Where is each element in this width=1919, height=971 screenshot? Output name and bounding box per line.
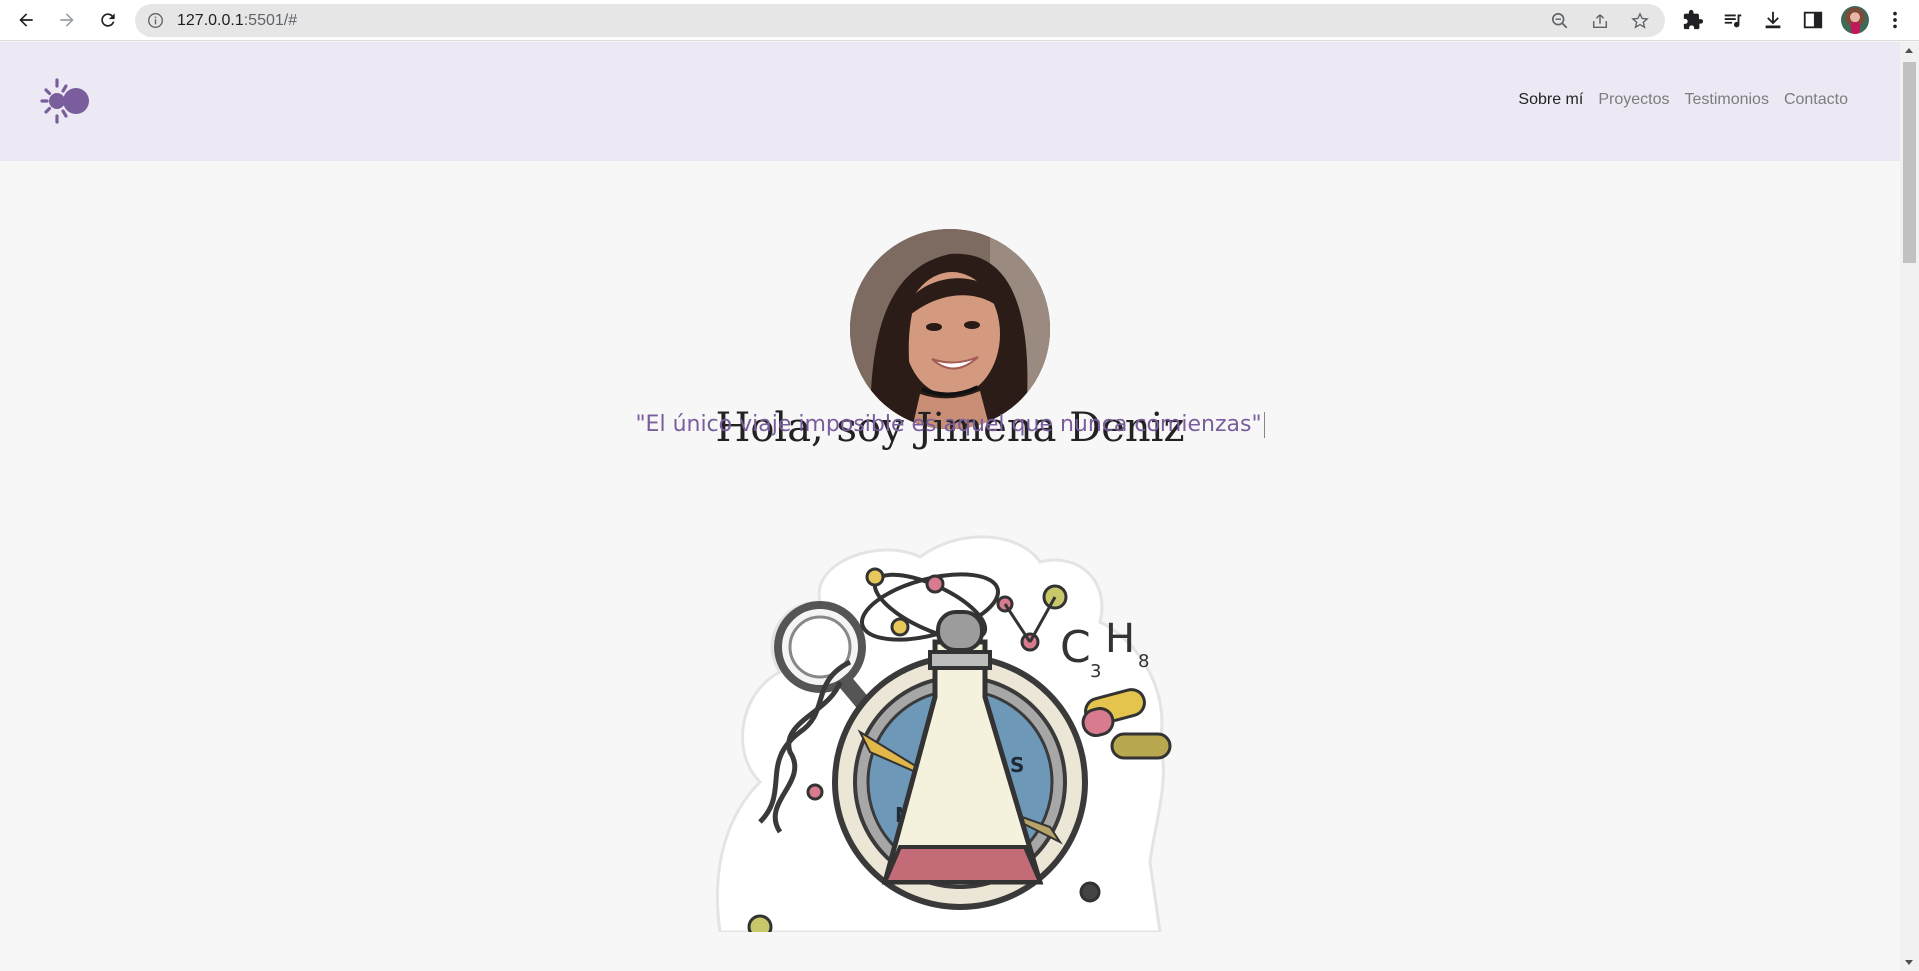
- formula-sub-8: 8: [1138, 651, 1149, 672]
- hero-quote: "El único viaje imposible es aquel que n…: [0, 412, 1900, 438]
- star-icon[interactable]: [1631, 12, 1649, 30]
- portrait-image: [850, 229, 1050, 429]
- side-panel-icon: [1803, 11, 1823, 29]
- nav-link-proyectos[interactable]: Proyectos: [1598, 91, 1669, 109]
- nav-link-testimonios[interactable]: Testimonios: [1684, 91, 1768, 109]
- forward-button[interactable]: [53, 6, 81, 34]
- downloads-button[interactable]: [1761, 8, 1785, 32]
- scroll-up-arrow-icon[interactable]: [1905, 48, 1913, 53]
- vertical-scrollbar[interactable]: [1900, 42, 1919, 971]
- back-button[interactable]: [12, 6, 40, 34]
- zoom-out-icon[interactable]: [1551, 12, 1569, 30]
- nav-link-sobre-mi[interactable]: Sobre mí: [1518, 91, 1583, 109]
- side-panel-button[interactable]: [1801, 8, 1825, 32]
- playlist-music-icon: [1724, 14, 1742, 28]
- quote-text: "El único viaje imposible es aquel que n…: [635, 412, 1262, 437]
- main-nav: Sobre mí Proyectos Testimonios Contacto: [1518, 91, 1848, 109]
- nav-link-contacto[interactable]: Contacto: [1784, 91, 1848, 109]
- kebab-menu-icon: [1893, 11, 1897, 29]
- download-icon: [1765, 11, 1781, 29]
- puzzle-icon: [1683, 9, 1704, 30]
- extensions-button[interactable]: [1681, 8, 1705, 32]
- compass-letter-s: S: [1010, 753, 1024, 777]
- typing-cursor: [1263, 412, 1265, 438]
- sun-logo-icon[interactable]: [40, 78, 94, 124]
- arrow-right-icon: [60, 13, 74, 27]
- menu-button[interactable]: [1883, 8, 1907, 32]
- profile-photo: [850, 229, 1050, 429]
- browser-toolbar: 127.0.0.1:5501/#: [0, 0, 1919, 41]
- arrow-left-icon: [19, 13, 33, 27]
- media-button[interactable]: [1721, 8, 1745, 32]
- scroll-down-arrow-icon[interactable]: [1905, 960, 1913, 965]
- page-content: Sobre mí Proyectos Testimonios Contacto …: [0, 42, 1900, 971]
- formula-h: H: [1105, 616, 1135, 662]
- formula-c: C: [1060, 622, 1091, 673]
- profile-avatar[interactable]: [1841, 6, 1869, 34]
- reload-icon: [101, 13, 115, 27]
- share-icon[interactable]: [1591, 12, 1609, 30]
- address-bar[interactable]: 127.0.0.1:5501/#: [135, 4, 1665, 37]
- formula-sub-3: 3: [1090, 661, 1101, 682]
- info-icon[interactable]: [147, 12, 164, 29]
- scrollbar-thumb[interactable]: [1903, 62, 1916, 263]
- science-illustration: N S C 3 H 8: [715, 535, 1172, 932]
- site-header: Sobre mí Proyectos Testimonios Contacto: [0, 42, 1900, 161]
- url-text: 127.0.0.1:5501/#: [177, 12, 297, 30]
- url-host: 127.0.0.1: [177, 12, 244, 29]
- reload-button[interactable]: [94, 6, 122, 34]
- url-path: :5501/#: [243, 12, 298, 29]
